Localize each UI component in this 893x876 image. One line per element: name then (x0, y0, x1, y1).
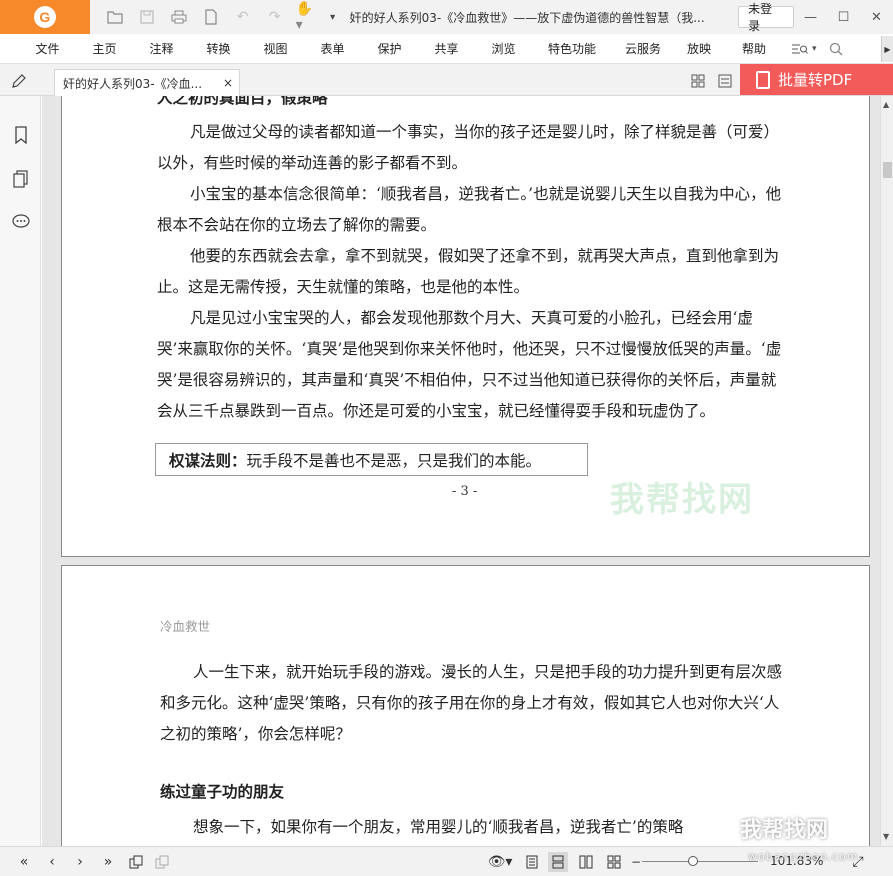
menu-home[interactable]: 主页 (76, 40, 133, 57)
search-icon[interactable] (829, 42, 843, 56)
menu-view[interactable]: 视图 (247, 40, 304, 57)
document-tab[interactable]: 奸的好人系列03-《冷血... × (54, 69, 240, 96)
continuous-page-icon[interactable] (548, 852, 568, 872)
login-button[interactable]: 未登录 (738, 2, 794, 33)
menu-browse[interactable]: 浏览 (475, 40, 532, 57)
last-page-icon[interactable]: » (98, 852, 118, 872)
layout-toggle-icon[interactable] (715, 72, 735, 90)
foxit-logo-icon: G (33, 6, 56, 28)
save-icon[interactable] (136, 6, 158, 28)
menu-file[interactable]: 文件 (19, 40, 76, 57)
site-watermark-url: wobangzhao.com (748, 850, 859, 863)
close-tab-icon[interactable]: × (223, 76, 233, 90)
customize-dropdown-icon[interactable]: ▾ (328, 6, 338, 28)
zoom-slider-knob[interactable] (688, 856, 699, 866)
zoom-slider[interactable] (642, 861, 758, 862)
rule-box: 权谋法则： 玩手段不是善也不是恶，只是我们的本能。 (155, 443, 588, 476)
paragraph: 人一生下来，就开始玩手段的游戏。漫长的人生，只是把手段的功力提升到更有层次感和多… (160, 663, 783, 743)
menu-form[interactable]: 表单 (304, 40, 361, 57)
rule-label: 权谋法则： (169, 450, 247, 470)
grid-view-icon[interactable] (688, 72, 708, 90)
page-body: 想象一下，如果你有一个朋友，常用婴儿的‘顺我者昌，逆我者亡’的策略 (160, 812, 785, 843)
menu-cloud[interactable]: 云服务 (612, 40, 674, 57)
title-bar: G ↶ ↷ ✋▾ ▾ 奸的好人系列03-《冷血救世》——放下虚伪道德的兽性智慧（… (0, 0, 893, 34)
maximize-icon[interactable]: ☐ (827, 0, 860, 34)
read-mode-icon[interactable]: 👁▾ (486, 852, 514, 872)
menu-help[interactable]: 帮助 (724, 40, 784, 57)
paragraph: 凡是见过小宝宝哭的人，都会发现他那数个月大、天真可爱的小脸孔，已经会用‘虚哭’来… (157, 309, 782, 420)
page-body: 凡是做过父母的读者都知道一个事实，当你的孩子还是婴儿时，除了样貌是善（可爱）以外… (157, 117, 785, 427)
document-icon (756, 70, 770, 89)
ribbon-scroll-right-icon[interactable]: ▶ (881, 36, 893, 62)
quick-access-toolbar: ↶ ↷ ✋▾ ▾ (90, 0, 338, 34)
menu-features[interactable]: 特色功能 (532, 40, 612, 57)
menu-slideshow[interactable]: 放映 (674, 40, 724, 57)
two-page-icon[interactable] (576, 852, 596, 872)
section-heading: 练过童子功的朋友 (160, 782, 285, 801)
close-icon[interactable]: ✕ (860, 0, 893, 34)
menu-convert[interactable]: 转换 (190, 40, 247, 57)
scroll-down-icon[interactable]: ▼ (883, 832, 889, 841)
copy-page-icon[interactable] (126, 852, 146, 872)
watermark: 我帮找网 (610, 480, 754, 520)
open-folder-icon[interactable] (104, 6, 126, 28)
paste-page-icon[interactable] (152, 852, 172, 872)
pages-icon[interactable] (10, 168, 32, 190)
section-heading: 人之初的真面目，假策略 (157, 96, 328, 107)
vertical-scrollbar[interactable]: ▲ ▼ (880, 96, 893, 846)
redo-icon[interactable]: ↷ (264, 6, 286, 28)
document-viewport[interactable]: 人之初的真面目，假策略 凡是做过父母的读者都知道一个事实，当你的孩子还是婴儿时，… (42, 96, 880, 846)
menu-bar: 文件 主页 注释 转换 视图 表单 保护 共享 浏览 特色功能 云服务 放映 帮… (0, 34, 893, 64)
scroll-up-icon[interactable]: ▲ (883, 100, 889, 109)
zoom-out-icon[interactable]: − (626, 852, 646, 872)
paragraph: 凡是做过父母的读者都知道一个事实，当你的孩子还是婴儿时，除了样貌是善（可爱）以外… (157, 123, 780, 172)
next-page-icon[interactable]: › (70, 852, 90, 872)
running-head: 冷血救世 (160, 619, 211, 634)
left-sidebar (0, 96, 41, 846)
paragraph: 小宝宝的基本信念很简单：‘顺我者昌，逆我者亡。’也就是说婴儿天生以自我为中心，他… (157, 185, 782, 234)
menu-share[interactable]: 共享 (418, 40, 475, 57)
pdf-page-4: 冷血救世 人一生下来，就开始玩手段的游戏。漫长的人生，只是把手段的功力提升到更有… (61, 565, 870, 846)
window-title: 奸的好人系列03-《冷血救世》——放下虚伪道德的兽性智慧（我... (349, 10, 705, 25)
site-watermark: 我帮找网 (740, 818, 829, 843)
single-page-icon[interactable] (522, 852, 542, 872)
two-page-continuous-icon[interactable] (604, 852, 624, 872)
search-dropdown-icon: ▾ (812, 43, 817, 54)
minimize-icon[interactable]: — (794, 0, 827, 34)
bookmark-icon[interactable] (10, 124, 32, 146)
app-logo[interactable]: G (0, 0, 90, 34)
pdf-page-3: 人之初的真面目，假策略 凡是做过父母的读者都知道一个事实，当你的孩子还是婴儿时，… (61, 96, 870, 557)
page-body: 人一生下来，就开始玩手段的游戏。漫长的人生，只是把手段的功力提升到更有层次感和多… (160, 657, 785, 750)
document-tab-label: 奸的好人系列03-《冷血... (63, 76, 203, 91)
paragraph: 他要的东西就会去拿，拿不到就哭，假如哭了还拿不到，就再哭大声点，直到他拿到为止。… (157, 247, 780, 296)
window-controls: — ☐ ✕ (794, 0, 893, 34)
undo-icon[interactable]: ↶ (232, 6, 254, 28)
batch-convert-pdf-button[interactable]: 批量转PDF (740, 64, 893, 95)
menu-protect[interactable]: 保护 (361, 40, 418, 57)
first-page-icon[interactable]: « (14, 852, 34, 872)
paragraph: 想象一下，如果你有一个朋友，常用婴儿的‘顺我者昌，逆我者亡’的策略 (193, 818, 684, 836)
pencil-icon[interactable] (8, 70, 30, 92)
hand-tool-icon[interactable]: ✋▾ (296, 1, 318, 33)
rule-text: 玩手段不是善也不是恶，只是我们的本能。 (246, 451, 542, 470)
page-number: - 3 - (452, 484, 478, 499)
menu-comment[interactable]: 注释 (133, 40, 190, 57)
print-icon[interactable] (168, 6, 190, 28)
search-list-icon (792, 44, 808, 54)
previous-page-icon[interactable]: ‹ (42, 852, 62, 872)
batch-convert-label: 批量转PDF (778, 71, 853, 89)
new-document-icon[interactable] (200, 6, 222, 28)
menu-search[interactable]: ▾ (792, 42, 843, 56)
comments-icon[interactable] (10, 211, 32, 233)
scrollbar-thumb[interactable] (883, 162, 892, 178)
